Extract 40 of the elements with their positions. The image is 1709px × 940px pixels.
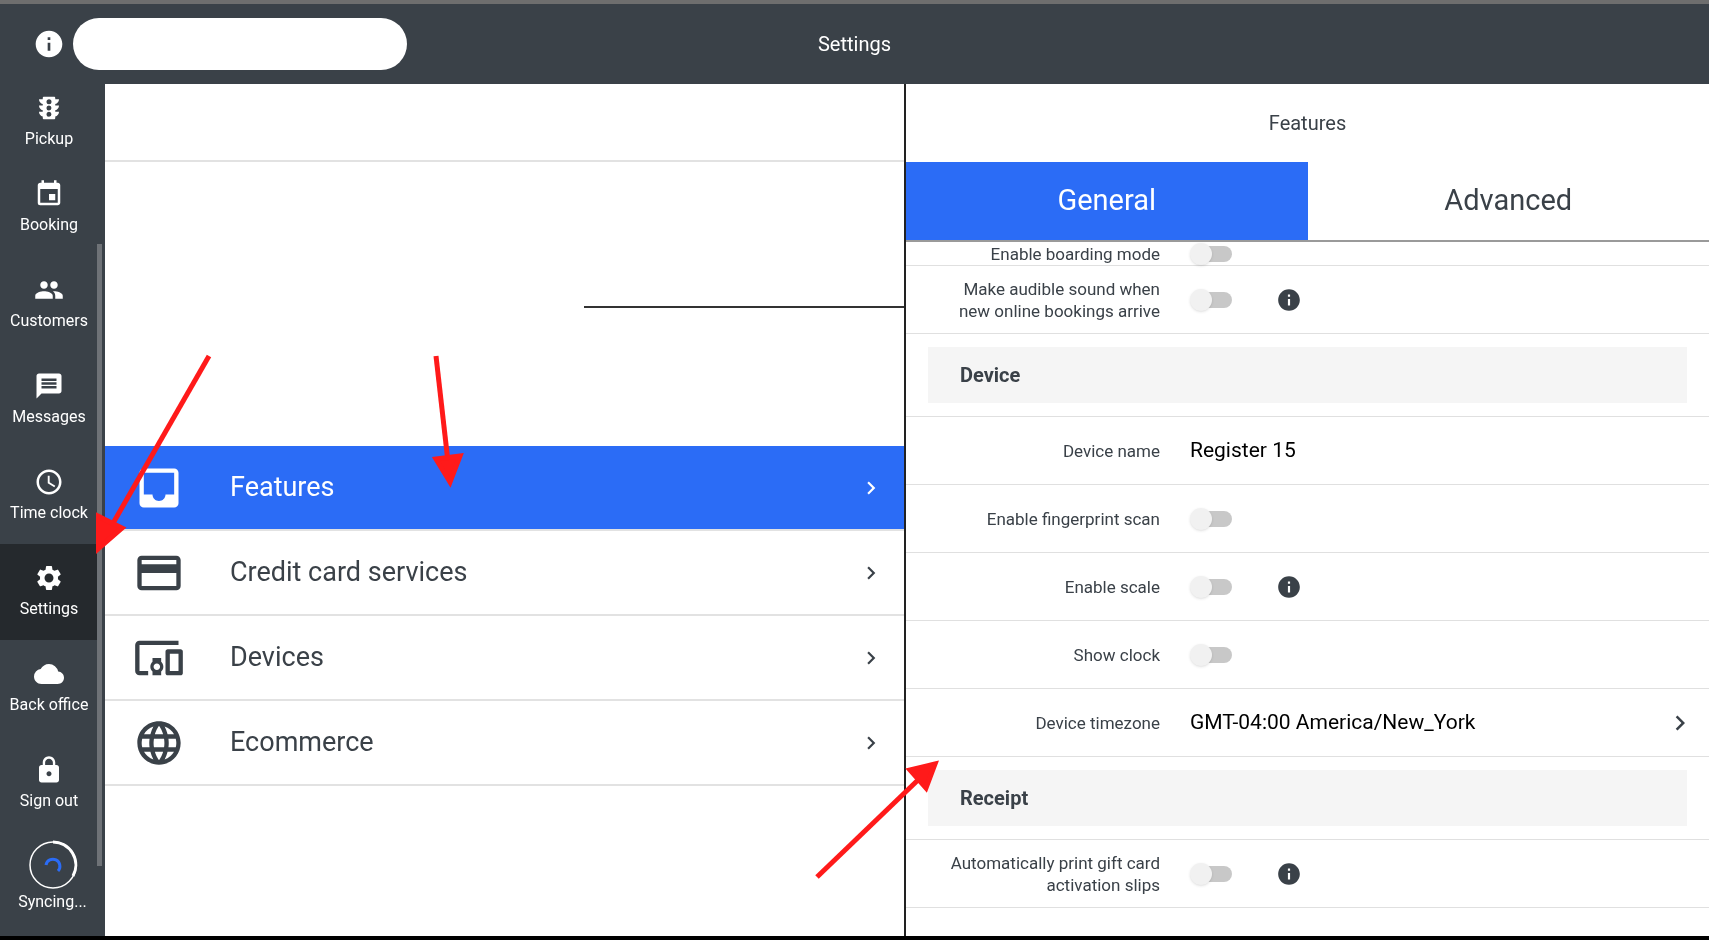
toggle-switch[interactable]	[1190, 643, 1234, 666]
info-icon[interactable]	[1276, 573, 1302, 600]
sidebar-item[interactable]: Customers	[0, 256, 98, 352]
sidebar-item[interactable]: Messages	[0, 352, 98, 448]
setting-value: Register 15	[1190, 436, 1296, 464]
settings-icon	[34, 563, 64, 593]
message-icon	[34, 371, 64, 401]
scrollbar[interactable]	[97, 244, 102, 866]
sidebar-item[interactable]: Back office	[0, 640, 98, 736]
setting-label: Device name	[1062, 439, 1160, 462]
setting-label: Automatically print gift card activation slips	[949, 851, 1160, 896]
sidebar-item[interactable]: Settings	[0, 544, 98, 640]
setting-label: Enable fingerprint scan	[986, 507, 1160, 530]
header-title: Settings	[818, 31, 891, 58]
sidebar-item[interactable]: Booking	[0, 160, 98, 256]
setting-value: GMT-04:00 America/New_York	[1190, 708, 1476, 736]
setting-label: Show clock	[1073, 643, 1160, 666]
setting-label: Device timezone	[1035, 711, 1160, 734]
info-icon[interactable]	[1276, 860, 1302, 887]
setting-label: Make audible sound when new online bookings arrive	[957, 277, 1160, 322]
toggle-switch[interactable]	[1190, 242, 1234, 265]
setting-label: Enable scale	[1064, 575, 1160, 598]
clock-icon	[34, 467, 64, 497]
info-icon[interactable]	[1276, 286, 1302, 313]
sync-status: Syncing...	[18, 891, 87, 913]
sidebar-item[interactable]: Time clock	[0, 448, 98, 544]
toggle-switch[interactable]	[1190, 862, 1234, 885]
tab[interactable]: General	[906, 162, 1308, 240]
toggle-switch[interactable]	[1190, 575, 1234, 598]
sync-spinner-icon	[27, 840, 78, 890]
setting-label: Enable boarding mode	[990, 242, 1160, 265]
sidebar-item[interactable]: Sign out	[0, 736, 98, 832]
toggle-switch[interactable]	[1190, 288, 1234, 311]
section-header: Receipt	[928, 770, 1687, 826]
section-header: Device	[928, 347, 1687, 403]
info-icon[interactable]	[33, 28, 65, 60]
toggle-switch[interactable]	[1190, 507, 1234, 530]
sidebar-item[interactable]: Pickup	[0, 84, 98, 160]
panel-title: Features	[1268, 110, 1347, 137]
menu-item[interactable]: Features	[105, 446, 904, 531]
